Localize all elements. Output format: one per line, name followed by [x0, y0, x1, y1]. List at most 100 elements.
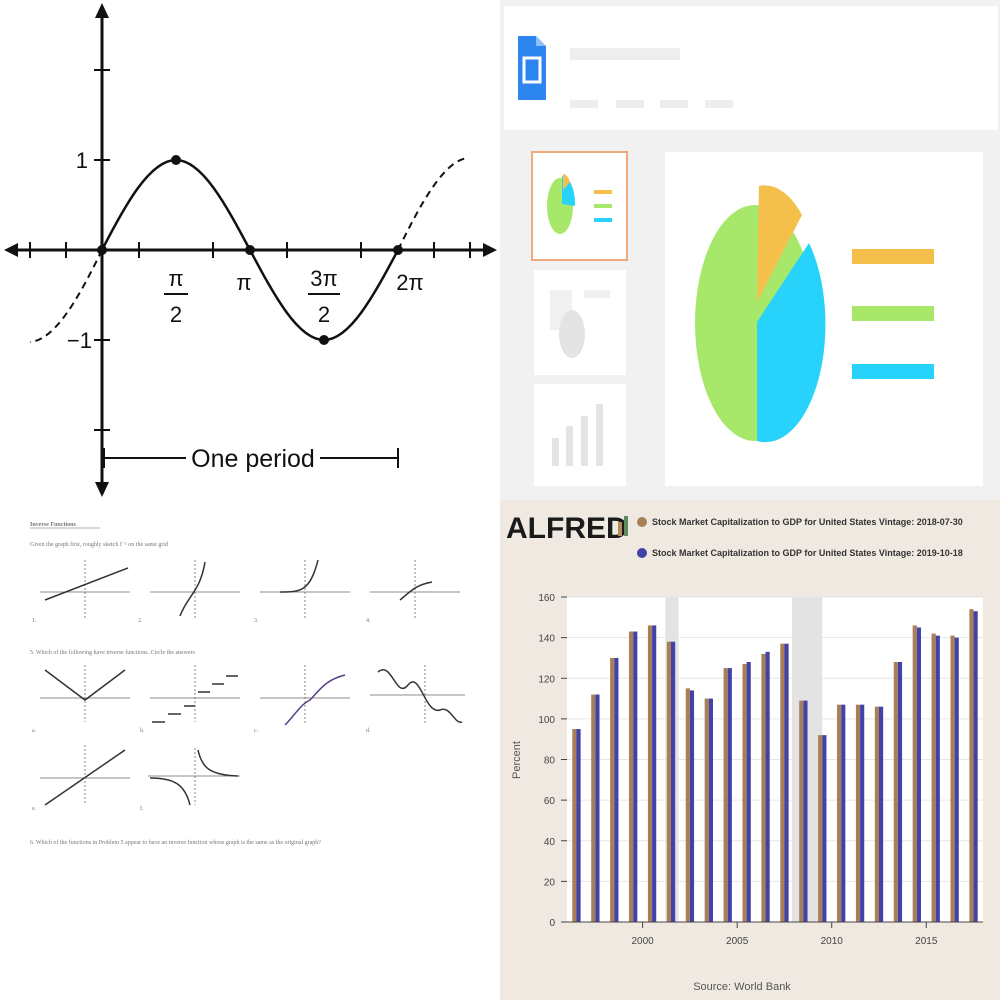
bar-series-1 [893, 662, 898, 922]
bar-series-1 [742, 664, 747, 922]
graph-1 [40, 560, 130, 618]
slides-app-panel [500, 0, 1000, 500]
graph-label-3: 3. [254, 618, 259, 624]
x-tick-label: 2015 [915, 936, 938, 947]
bar-series-2 [576, 729, 581, 922]
y-tick-label: 120 [538, 674, 555, 685]
graph-d [370, 665, 465, 725]
bar-series-1 [969, 609, 974, 922]
bar-series-2 [954, 637, 959, 922]
bar-series-2 [671, 641, 676, 922]
y-label-neg1: −1 [67, 328, 92, 353]
y-axis-up-arrow [95, 3, 109, 18]
y-tick-label: 100 [538, 715, 555, 726]
bar-series-1 [685, 688, 690, 922]
graph-3 [260, 559, 350, 618]
bar-series-2 [916, 627, 921, 922]
x-tick-label: 2005 [726, 936, 749, 947]
menu-placeholder-4[interactable] [705, 100, 733, 108]
bar-series-1 [704, 698, 709, 922]
graph-label-b: b. [140, 728, 145, 734]
graph-label-e: e. [32, 806, 37, 812]
slides-app [504, 6, 998, 486]
x-label-pi-over-2-den: 2 [170, 302, 182, 327]
bar-series-2 [595, 694, 600, 922]
legend-bar-yellow [852, 249, 934, 264]
menu-placeholder-2[interactable] [616, 100, 644, 108]
graph-f [148, 748, 240, 806]
graph-label-f: f. [140, 805, 144, 812]
bar-series-1 [647, 625, 653, 922]
alfred-chart: ALFRED Stock Market Capitalization to GD… [506, 512, 983, 993]
x-label-3pi-over-2-num: 3π [310, 266, 337, 291]
slide-thumbnail-3[interactable] [534, 384, 626, 486]
bar-series-2 [765, 651, 770, 922]
slide-thumbnail-1[interactable] [531, 151, 628, 261]
graph-label-d: d. [366, 728, 371, 734]
legend-marker-2018 [637, 517, 647, 527]
x-axis-right-arrow [483, 243, 497, 257]
legend-marker-2019 [637, 548, 647, 558]
bar-series-1 [629, 631, 634, 922]
bar-series-1 [799, 700, 804, 922]
bar-series-1 [950, 635, 955, 922]
point-2pi [393, 245, 403, 255]
sine-curve-right-dashed [397, 157, 469, 251]
worksheet-instruction: Given the graph first, roughly sketch f⁻… [30, 541, 168, 548]
bar-series-2 [727, 668, 732, 922]
bar-series-1 [874, 706, 879, 922]
legend-label-2019: Stock Market Capitalization to GDP for U… [652, 548, 963, 558]
bar-series-1 [931, 633, 936, 922]
graph-label-a: a. [32, 728, 37, 734]
graph-label-2: 2. [138, 618, 143, 624]
x-tick-label: 2010 [821, 936, 844, 947]
bar-series-2 [841, 704, 846, 922]
legend-bar-green [852, 306, 934, 321]
worksheet-panel: Inverse Functions Given the graph first,… [0, 500, 500, 1000]
slide-thumbnail-2[interactable] [534, 270, 626, 375]
bar-series-1 [912, 625, 917, 922]
period-label: One period [191, 445, 315, 473]
legend-bar-blue [852, 364, 934, 379]
bar-series-1 [723, 668, 728, 922]
bar-series-2 [935, 635, 940, 922]
bar-series-1 [761, 653, 766, 922]
y-tick-label: 140 [538, 634, 555, 645]
y-tick-label: 160 [538, 593, 555, 604]
y-axis-down-arrow [95, 482, 109, 497]
bar-series-2 [879, 706, 884, 922]
graph-e [40, 745, 130, 806]
y-label-1: 1 [76, 148, 88, 173]
graph-label-1: 1. [32, 618, 37, 624]
point-min [319, 335, 329, 345]
alfred-chart-panel: ALFRED Stock Market Capitalization to GD… [500, 500, 1000, 1000]
source-label: Source: World Bank [693, 981, 791, 993]
x-label-pi: π [236, 270, 251, 295]
bar-series-1 [591, 694, 596, 922]
app-header [504, 6, 998, 130]
x-label-pi-over-2-num: π [168, 266, 183, 291]
x-tick-label: 2000 [632, 936, 655, 947]
worksheet: Inverse Functions Given the graph first,… [30, 522, 465, 846]
question-5: 5. Which of the following have inverse f… [30, 649, 196, 656]
x-label-2pi: 2π [396, 270, 423, 295]
point-pi [245, 245, 255, 255]
bar-series-2 [614, 657, 619, 922]
bar-series-2 [633, 631, 638, 922]
menu-placeholder-3[interactable] [660, 100, 688, 108]
y-tick-label: 80 [544, 756, 556, 767]
bar-series-1 [855, 704, 861, 922]
legend-label-2018: Stock Market Capitalization to GDP for U… [652, 517, 963, 527]
graph-4 [370, 560, 460, 618]
bar-series-2 [803, 700, 808, 922]
sine-graph-panel: 1 −1 π 2 π 3π 2 2π One period [0, 0, 500, 500]
graph-b [150, 665, 240, 723]
worksheet-title: Inverse Functions [30, 522, 77, 528]
bar-series-1 [666, 641, 671, 922]
graph-a [40, 665, 130, 722]
menu-placeholder-1[interactable] [570, 100, 598, 108]
bar-series-1 [610, 657, 615, 922]
bar-series-1 [780, 643, 785, 922]
bar-series-2 [746, 662, 751, 922]
graph-label-4: 4. [366, 618, 371, 624]
